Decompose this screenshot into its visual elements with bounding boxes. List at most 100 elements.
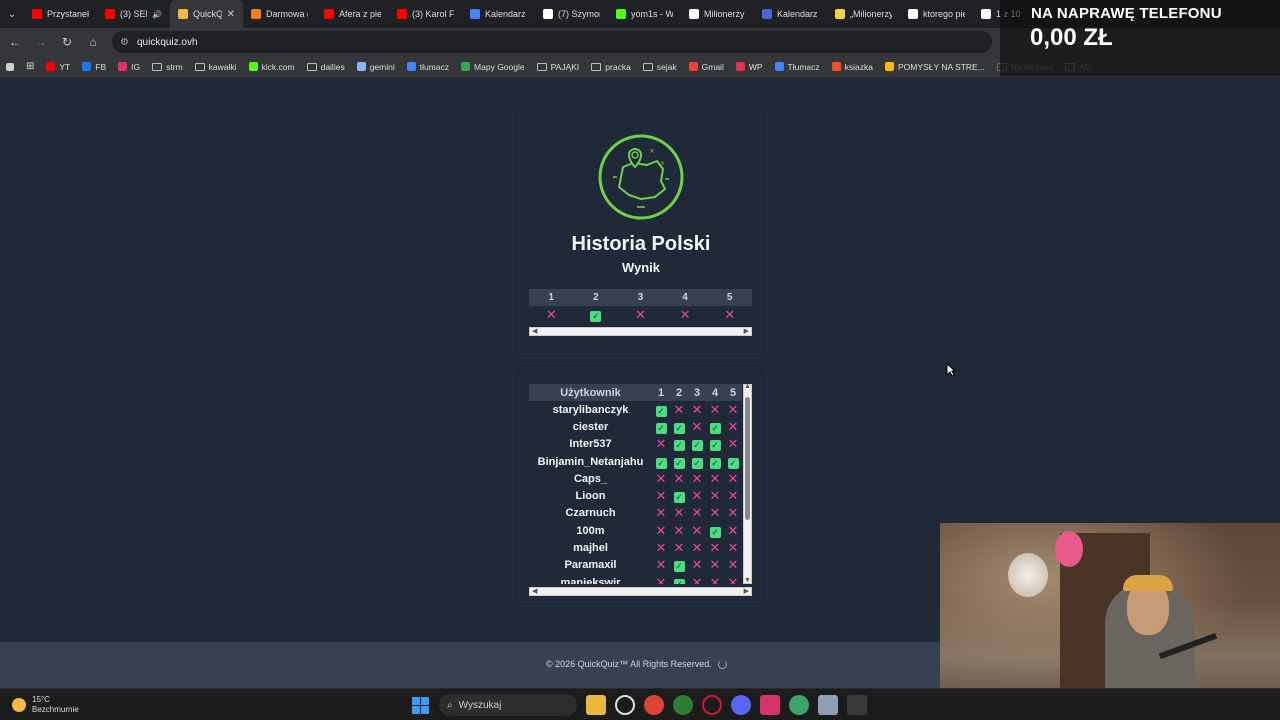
leaderboard-result-cell: ✓ bbox=[706, 435, 724, 453]
bookmark-item[interactable]: YT bbox=[46, 62, 70, 72]
correct-check-icon: ✓ bbox=[691, 457, 703, 469]
scroll-down-icon[interactable]: ▼ bbox=[744, 577, 751, 584]
wrong-x-icon: ✕ bbox=[673, 470, 685, 486]
grid-icon[interactable]: ⊞ bbox=[26, 61, 34, 72]
question-column-header: 3 bbox=[693, 386, 701, 399]
tabs-container: Przystanek (3) SEN 🔊 QuickQ ✕ Darmowa g Afera … bbox=[24, 0, 1046, 28]
bookmark-item[interactable]: strm bbox=[152, 62, 183, 72]
scrollbar-thumb[interactable] bbox=[745, 397, 750, 520]
browser-tab[interactable]: (3) SEN 🔊 bbox=[97, 0, 170, 28]
browser-tab[interactable]: Kalendarz G bbox=[754, 0, 827, 28]
leaderboard-result-cell: ✕ bbox=[724, 435, 742, 453]
weather-widget[interactable]: 15°C Bezchmurnie bbox=[12, 695, 79, 715]
start-windows-icon[interactable] bbox=[410, 695, 430, 715]
leaderboard-result-cell: ✕ bbox=[688, 418, 706, 436]
folder-icon bbox=[194, 62, 205, 71]
address-bar[interactable]: ⚙ quickquiz.ovh bbox=[112, 31, 992, 53]
bookmark-item[interactable]: kawałki bbox=[194, 62, 237, 72]
bookmark-item[interactable]: Gmail bbox=[688, 61, 724, 72]
file-explorer-icon[interactable] bbox=[586, 695, 606, 715]
wrong-x-icon: ✕ bbox=[545, 307, 557, 322]
folder-icon bbox=[642, 62, 653, 71]
bookmark-label: YT bbox=[59, 61, 71, 72]
browser-tab[interactable]: Afera z pier bbox=[316, 0, 389, 28]
question-number-header: 3 bbox=[637, 292, 644, 303]
browser-tab[interactable]: ktorego pie bbox=[900, 0, 973, 28]
shield-icon[interactable] bbox=[673, 695, 693, 715]
footer-copyright: © 2026 QuickQuiz™ All Rights Reserved. bbox=[546, 659, 727, 669]
bookmark-item[interactable]: kick.com bbox=[248, 62, 295, 72]
browser-tab[interactable]: Kalendarz bbox=[462, 0, 535, 28]
bookmark-label: Gmail bbox=[701, 61, 724, 72]
browser-tab[interactable]: (7) Szymon bbox=[535, 0, 608, 28]
quiz-result-card: × × Historia Polski Wynik 1 2 3 4 5 ✕ ✓ ✕ ✕ ✕ ◀ … bbox=[512, 110, 768, 355]
home-icon[interactable]: ⌂ bbox=[86, 35, 100, 49]
browser-tab[interactable]: Przystanek bbox=[24, 0, 97, 28]
scroll-right-icon[interactable]: ▶ bbox=[744, 327, 749, 335]
steam-icon[interactable] bbox=[615, 695, 635, 715]
back-icon[interactable]: ← bbox=[8, 35, 22, 49]
kick-icon bbox=[248, 62, 258, 71]
film-clapper-icon[interactable] bbox=[847, 695, 867, 715]
bookmarks-list: YT FB IG strm kawałki kick.com dailies gemini tł… bbox=[46, 62, 1091, 72]
bookmark-item[interactable]: dailies bbox=[306, 62, 345, 72]
scroll-left-icon[interactable]: ◀ bbox=[532, 587, 537, 595]
apps-icon[interactable] bbox=[6, 62, 14, 71]
leaderboard-horizontal-scrollbar[interactable]: ◀ ▶ bbox=[529, 587, 752, 596]
bookmark-item[interactable]: FB bbox=[82, 62, 106, 72]
site-info-icon[interactable]: ⚙ bbox=[120, 37, 129, 48]
result-cell: ✕ bbox=[618, 306, 663, 324]
browser-tab[interactable]: QuickQ ✕ bbox=[170, 0, 243, 28]
bookmark-label: strm bbox=[166, 61, 183, 72]
leaderboard-result-cell: ✕ bbox=[688, 487, 706, 505]
bookmark-item[interactable]: WP bbox=[735, 62, 763, 72]
microsoft-icon bbox=[831, 62, 841, 71]
result-horizontal-scrollbar[interactable]: ◀ ▶ bbox=[529, 327, 752, 336]
google-icon bbox=[470, 9, 480, 19]
audio-playing-icon[interactable]: 🔊 bbox=[152, 10, 162, 19]
chrome-icon[interactable] bbox=[644, 695, 664, 715]
close-tab-icon[interactable]: ✕ bbox=[227, 9, 235, 20]
bookmark-item[interactable]: Mapy Google bbox=[461, 62, 525, 72]
browser-tab[interactable]: „Milionerzy bbox=[827, 0, 900, 28]
bookmark-item[interactable]: ksiazka bbox=[831, 62, 873, 72]
leaderboard-vertical-scrollbar[interactable]: ▲ ▼ bbox=[743, 383, 752, 584]
forward-icon[interactable]: → bbox=[34, 35, 48, 49]
leaderboard-result-cell: ✕ bbox=[706, 504, 724, 522]
bookmark-item[interactable]: Tłumacz bbox=[774, 62, 820, 72]
leaderboard-result-cell: ✕ bbox=[670, 539, 688, 557]
discord-icon[interactable] bbox=[731, 695, 751, 715]
leaderboard-result-cell: ✓ bbox=[706, 453, 724, 471]
wrong-x-icon: ✕ bbox=[727, 401, 739, 417]
bookmark-item[interactable]: POMYSŁY NA STRE... bbox=[885, 62, 985, 72]
scroll-right-icon[interactable]: ▶ bbox=[744, 587, 749, 595]
browser-globe-icon[interactable] bbox=[789, 695, 809, 715]
bookmark-item[interactable]: PAJĄKI bbox=[536, 62, 579, 72]
calculator-icon[interactable] bbox=[818, 695, 838, 715]
bookmark-item[interactable]: tłumacz bbox=[406, 62, 449, 72]
scroll-left-icon[interactable]: ◀ bbox=[532, 327, 537, 335]
correct-check-icon: ✓ bbox=[691, 440, 703, 452]
scroll-up-icon[interactable]: ▲ bbox=[744, 383, 751, 390]
leaderboard-result-cell: ✓ bbox=[652, 453, 670, 471]
bookmark-item[interactable]: pracka bbox=[591, 62, 631, 72]
browser-tab[interactable]: (3) Karol Fr bbox=[389, 0, 462, 28]
bookmark-item[interactable]: sejak bbox=[642, 62, 677, 72]
quiz-subtitle: Wynik bbox=[621, 260, 661, 275]
reload-icon[interactable]: ↻ bbox=[60, 35, 74, 49]
opera-icon[interactable] bbox=[702, 695, 722, 715]
folder-icon bbox=[536, 62, 547, 71]
browser-tab[interactable]: yom1s - Wa bbox=[608, 0, 681, 28]
streamlabs-icon[interactable] bbox=[760, 695, 780, 715]
bookmark-item[interactable]: IG bbox=[118, 62, 140, 72]
wrong-x-icon: ✕ bbox=[727, 418, 739, 434]
bookmark-item[interactable]: gemini bbox=[356, 62, 395, 72]
leaderboard-result-cell: ✕ bbox=[706, 470, 724, 488]
leaderboard-result-cell: ✕ bbox=[652, 435, 670, 453]
leaderboard-username: majhel bbox=[573, 542, 608, 555]
tab-search-chevron-icon[interactable]: ⌄ bbox=[0, 9, 24, 20]
question-column-header: 5 bbox=[729, 386, 737, 399]
taskbar-search[interactable]: ⌕ Wyszukaj bbox=[439, 694, 577, 716]
browser-tab[interactable]: Darmowa g bbox=[243, 0, 316, 28]
browser-tab[interactable]: Milionerzy bbox=[681, 0, 754, 28]
